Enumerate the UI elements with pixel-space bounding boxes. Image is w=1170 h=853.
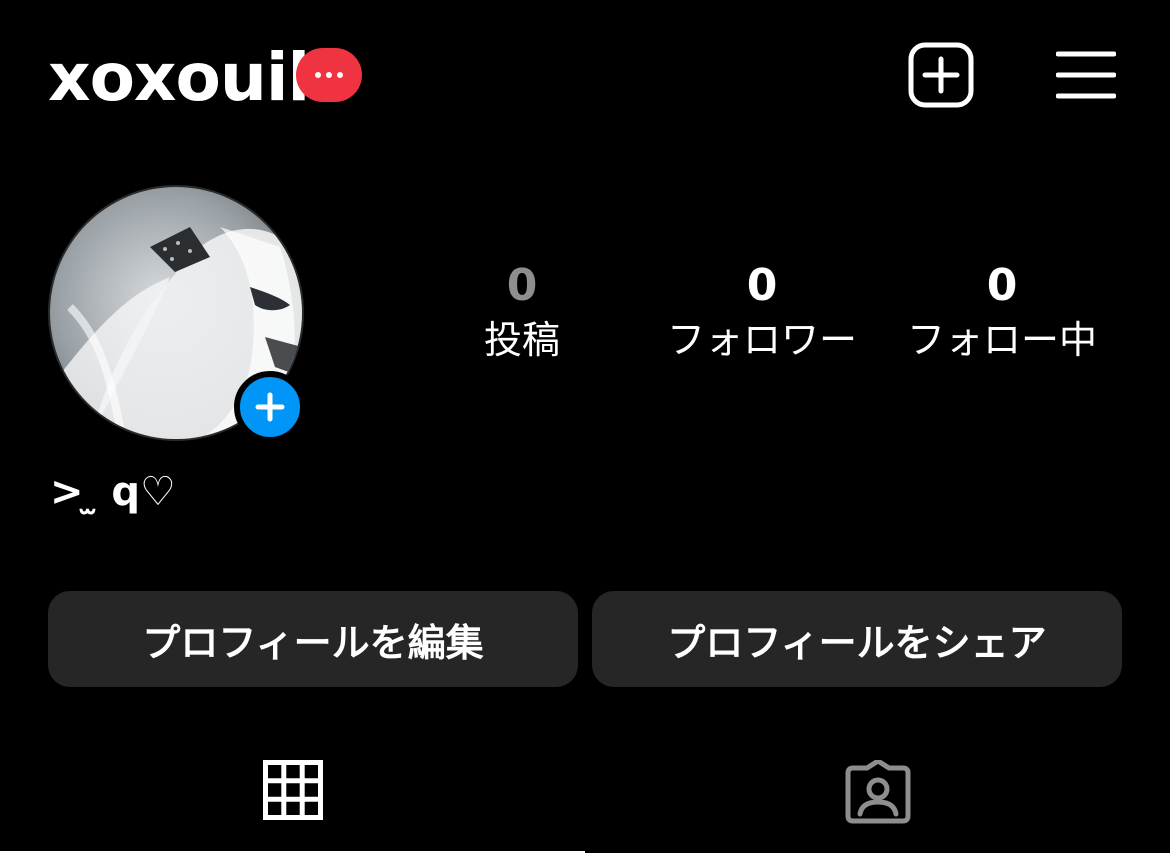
- following-label: フォロー中: [906, 318, 1097, 362]
- add-story-button[interactable]: [234, 371, 306, 443]
- new-post-button[interactable]: [908, 42, 974, 108]
- menu-button[interactable]: [1055, 50, 1117, 100]
- posts-count: 0: [506, 260, 538, 311]
- followers-count: 0: [746, 260, 778, 311]
- edit-profile-button[interactable]: プロフィールを編集: [48, 591, 578, 687]
- plus-icon: [255, 392, 285, 422]
- share-profile-button[interactable]: プロフィールをシェア: [592, 591, 1122, 687]
- badge-dot: [326, 72, 332, 78]
- tab-posts-grid[interactable]: [0, 748, 585, 853]
- profile-bio: > ̫ q♡: [50, 469, 176, 515]
- grid-icon: [262, 760, 323, 820]
- posts-label: 投稿: [483, 318, 560, 362]
- hamburger-menu-icon: [1055, 51, 1117, 99]
- profile-username[interactable]: xoxouil: [48, 38, 310, 118]
- plus-square-icon: [908, 42, 974, 108]
- tagged-person-icon: [845, 760, 910, 824]
- badge-dot: [337, 72, 343, 78]
- notification-badge[interactable]: [296, 48, 362, 102]
- followers-label: フォロワー: [666, 318, 857, 362]
- followers-stat[interactable]: 0 フォロワー: [632, 258, 892, 366]
- tab-tagged[interactable]: [585, 748, 1170, 853]
- posts-stat[interactable]: 0 投稿: [392, 258, 652, 366]
- following-stat[interactable]: 0 フォロー中: [872, 258, 1132, 366]
- following-count: 0: [986, 260, 1018, 311]
- badge-dot: [315, 72, 321, 78]
- profile-page: xoxouil 0 投稿 0 フォロワー 0 フォロー中 > ̫ q♡ プロフィ…: [0, 0, 1170, 853]
